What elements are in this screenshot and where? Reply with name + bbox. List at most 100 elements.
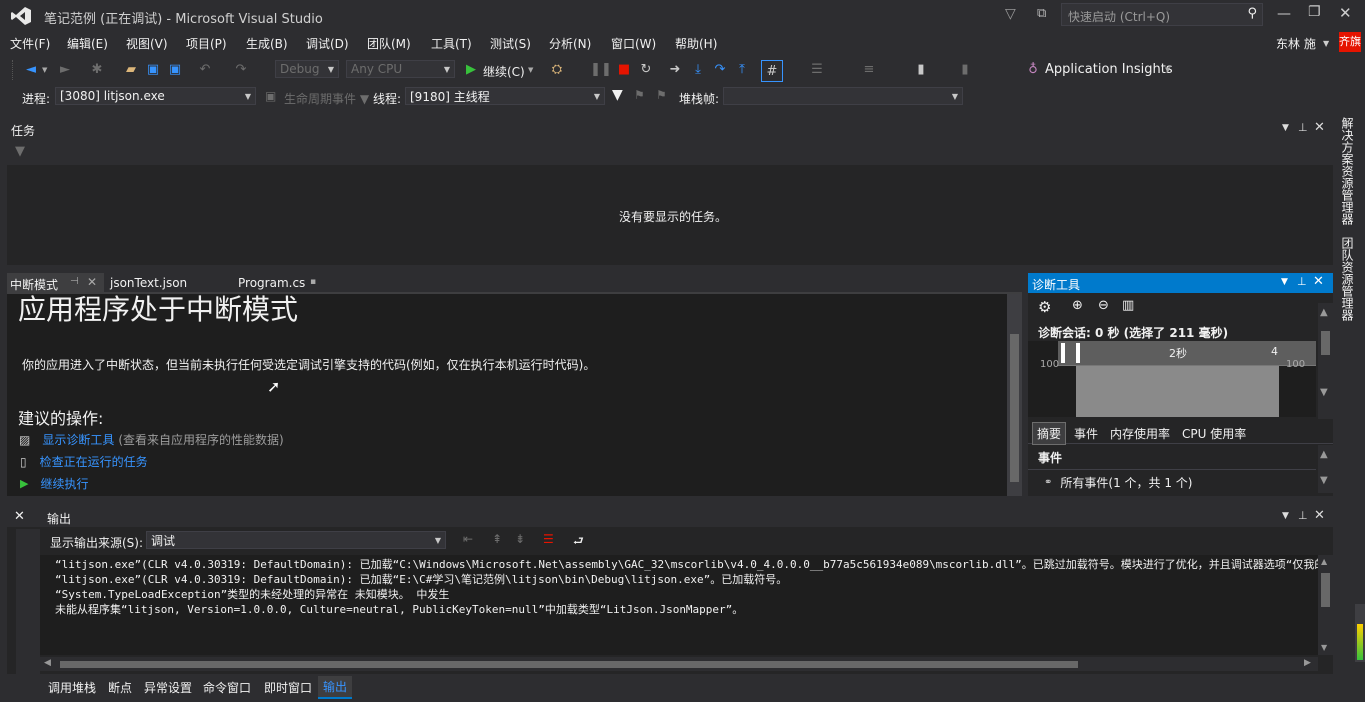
back-dropdown-icon[interactable]: ▼ [42,66,47,74]
menu-file[interactable]: 文件(F) [10,35,50,52]
scroll-down-icon[interactable]: ▼ [1320,475,1328,486]
pin-icon[interactable]: ⊥ [1297,275,1307,288]
forward-icon[interactable]: ► [56,60,74,78]
panel-menu-icon[interactable]: ▼ [1281,277,1288,287]
continue-play-icon[interactable]: ▶ [462,60,480,78]
app-insights-icon[interactable]: ♁ [1024,60,1042,78]
menu-edit[interactable]: 编辑(E) [67,35,108,52]
timeline-scrollbar[interactable]: ▲ ▼ [1318,303,1333,419]
flag-threads-icon[interactable]: ⚑ [634,88,645,102]
timeline-scroll-thumb[interactable] [1321,331,1330,355]
pin-icon[interactable]: ⊥ [1298,509,1308,522]
back-icon[interactable]: ◄ [22,60,40,78]
user-dropdown-icon[interactable]: ▼ [1323,39,1329,48]
app-insights-button[interactable]: Application Insights [1045,62,1173,77]
redo-icon[interactable]: ↷ [232,60,250,78]
output-vscrollbar[interactable]: ▲ ▼ [1318,555,1333,655]
step-over-icon[interactable]: ↷ [711,60,729,78]
output-hscroll-thumb[interactable] [60,661,1078,668]
close-window-button[interactable]: ✕ [1339,4,1352,22]
app-insights-dropdown-icon[interactable]: ▼ [1165,66,1170,74]
tab-summary[interactable]: 摘要 [1032,422,1067,445]
save-all-icon[interactable]: ▣ [166,60,184,78]
user-name[interactable]: 东林 施 [1276,35,1316,52]
hex-display-icon[interactable]: # [761,60,783,82]
new-project-icon[interactable]: ✱ [88,60,106,78]
tab-command-window[interactable]: 命令窗口 [203,679,251,696]
tab-close-icon[interactable]: ✕ [87,275,97,289]
menu-analyze[interactable]: 分析(N) [549,35,591,52]
scroll-up-icon[interactable]: ▲ [1320,449,1328,460]
menu-debug[interactable]: 调试(D) [306,35,349,52]
tab-pin-icon[interactable]: ⊣ [70,276,79,287]
comment-icon[interactable]: ≡ [860,60,878,78]
minimize-button[interactable]: — [1277,6,1291,22]
debug-target-icon[interactable]: ⛭ [548,60,566,78]
zoom-out-icon[interactable]: ⊖ [1098,298,1109,313]
scroll-down-icon[interactable]: ▼ [1321,643,1327,652]
timeline-handle-left[interactable] [1061,343,1065,363]
tab-breakpoints[interactable]: 断点 [108,679,132,696]
menu-window[interactable]: 窗口(W) [611,35,656,52]
panel-menu-icon[interactable]: ▼ [1282,123,1289,133]
show-flagged-icon[interactable]: ⚑ [656,88,667,102]
notification-filter-icon[interactable]: ▽ [1005,6,1016,22]
undo-icon[interactable]: ↶ [196,60,214,78]
show-diagnostics-link[interactable]: 显示诊断工具 [42,431,114,448]
scroll-up-icon[interactable]: ▲ [1320,307,1328,318]
close-icon[interactable]: ✕ [1314,120,1325,135]
close-icon[interactable]: ✕ [1314,508,1325,523]
document-scrollbar[interactable] [1007,294,1022,496]
word-wrap-icon[interactable]: ⮐ [573,532,584,553]
output-source-select[interactable]: 调试 ▼ [146,531,446,549]
menu-team[interactable]: 团队(M) [367,35,411,52]
close-icon[interactable]: ✕ [1313,274,1324,289]
next-message-icon[interactable]: ⇟ [515,532,525,546]
process-select[interactable]: [3080] litjson.exe ▼ [55,87,256,105]
tab-jsontext[interactable]: jsonText.json [104,273,230,293]
tab-memory-usage[interactable]: 内存使用率 [1110,425,1170,442]
document-scroll-thumb[interactable] [1010,334,1019,482]
thread-select[interactable]: [9180] 主线程 ▼ [405,87,605,105]
output-text-area[interactable]: “litjson.exe”(CLR v4.0.30319: DefaultDom… [40,555,1318,655]
scroll-left-icon[interactable]: ◀ [44,658,51,668]
solution-explorer-tab[interactable]: 解决方案资源管理器 [1339,117,1356,225]
restart-icon[interactable]: ↻ [637,60,655,78]
feedback-icon[interactable]: ⧉ [1037,6,1046,21]
show-next-statement-icon[interactable]: ➜ [666,60,684,78]
user-badge[interactable]: 齐旗 [1339,32,1361,52]
tab-exception-settings[interactable]: 异常设置 [144,679,192,696]
tab-cpu-usage[interactable]: CPU 使用率 [1182,425,1246,442]
scroll-right-icon[interactable]: ▶ [1304,658,1311,668]
solution-config-select[interactable]: Debug ▼ [275,60,339,78]
open-file-icon[interactable]: ▰ [122,60,140,78]
menu-test[interactable]: 测试(S) [490,35,531,52]
step-out-icon[interactable]: ⤒ [733,60,751,78]
scroll-down-icon[interactable]: ▼ [1320,387,1328,398]
reset-zoom-icon[interactable]: ▥ [1122,298,1134,313]
output-close-side-icon[interactable]: ✕ [14,509,25,524]
stop-debugging-icon[interactable]: ■ [615,60,633,78]
menu-project[interactable]: 项目(P) [186,35,227,52]
events-scrollbar[interactable]: ▲ ▼ [1318,445,1333,493]
tab-immediate-window[interactable]: 即时窗口 [264,679,312,696]
filter-icon[interactable]: ▼ [15,144,25,159]
quick-launch[interactable]: 快速启动 (Ctrl+Q) ⚲ [1061,3,1263,26]
menu-tools[interactable]: 工具(T) [431,35,472,52]
menu-build[interactable]: 生成(B) [246,35,288,52]
tab-call-stack[interactable]: 调用堆栈 [48,679,96,696]
team-explorer-tab[interactable]: 团队资源管理器 [1339,237,1356,321]
find-message-icon[interactable]: ⇤ [463,532,473,546]
maximize-button[interactable]: ❐ [1308,4,1321,20]
threads-icon[interactable]: ☰ [808,60,826,78]
tab-events[interactable]: 事件 [1074,425,1098,442]
continue-dropdown-icon[interactable]: ▼ [528,66,533,74]
solution-platform-select[interactable]: Any CPU ▼ [346,60,455,78]
scroll-up-icon[interactable]: ▲ [1321,557,1327,566]
step-into-icon[interactable]: ⤓ [689,60,707,78]
clear-all-icon[interactable]: ☰ [543,532,554,546]
zoom-in-icon[interactable]: ⊕ [1072,298,1083,313]
prev-message-icon[interactable]: ⇞ [492,532,502,546]
output-vscroll-thumb[interactable] [1321,573,1330,607]
break-all-icon[interactable]: ❚❚ [590,60,612,78]
